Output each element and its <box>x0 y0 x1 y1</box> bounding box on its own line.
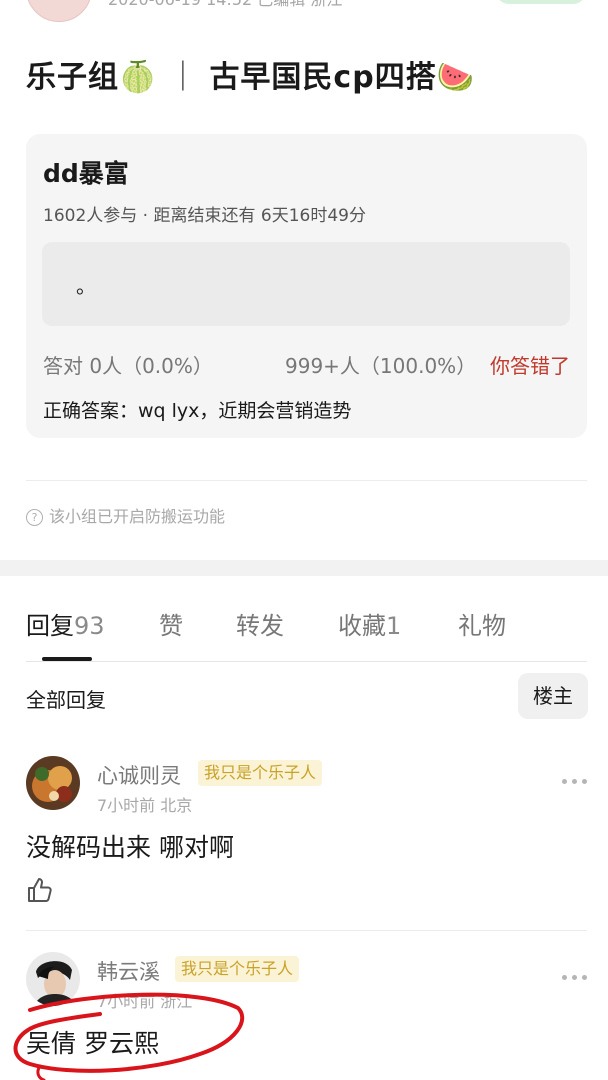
quiz-answer-option-text: 。 <box>76 274 96 298</box>
tab-reposts-label: 转发 <box>236 612 284 640</box>
post-title-part1: 乐子组 <box>26 60 119 95</box>
quiz-title: dd暴富 <box>43 159 129 188</box>
divider <box>26 480 587 481</box>
owner-only-button[interactable]: 楼主 <box>518 673 588 719</box>
question-circle-icon: ? <box>26 509 43 526</box>
post-title-separator: ｜ <box>157 60 210 95</box>
tab-gifts-label: 礼物 <box>458 612 506 640</box>
section-separator <box>0 560 608 576</box>
tab-reposts[interactable]: 转发 <box>236 606 284 641</box>
member-badge: 我只是个乐子人 <box>175 956 300 982</box>
tabs-divider <box>26 661 587 662</box>
more-options-icon[interactable] <box>560 972 590 982</box>
post-detail-page: 2020-06-19 14:52 已编辑 浙江 乐子组🍈 ｜ 古早国民cp四搭🍉… <box>0 0 608 1080</box>
quiz-answer-option[interactable]: 。 <box>42 242 570 326</box>
comment-time-location: 7小时前 浙江 <box>97 992 193 1011</box>
tab-likes-label: 赞 <box>159 612 183 640</box>
post-title-part2: 古早国民cp四搭 <box>209 60 437 95</box>
comment-time-location: 7小时前 北京 <box>97 796 193 815</box>
commenter-name[interactable]: 韩云溪 <box>97 956 160 986</box>
post-meta-text: 2020-06-19 14:52 已编辑 浙江 <box>108 0 342 10</box>
commenter-avatar[interactable] <box>26 756 80 810</box>
tab-likes[interactable]: 赞 <box>159 606 183 641</box>
tab-favorites-count: 1 <box>386 612 402 640</box>
follow-button[interactable] <box>496 0 586 4</box>
more-options-icon[interactable] <box>560 776 590 786</box>
food-avatar-image <box>26 756 80 810</box>
quiz-correct-count: 答对 0人（0.0%） <box>43 354 213 378</box>
melon-emoji-icon: 🍈 <box>119 60 158 95</box>
thumbs-up-icon[interactable] <box>26 876 54 904</box>
comment-body: 吴倩 罗云熙 <box>26 1029 159 1058</box>
quiz-wrong-count: 999+人（100.0%） <box>285 354 477 378</box>
quiz-result-status: 你答错了 <box>490 354 570 378</box>
tab-gifts[interactable]: 礼物 <box>458 606 506 641</box>
reply-tabs: 回复93 赞 转发 收藏1 礼物 <box>26 606 587 662</box>
tab-replies-count: 93 <box>74 612 105 640</box>
comment-divider <box>26 930 587 931</box>
member-badge: 我只是个乐子人 <box>198 760 323 786</box>
tab-favorites[interactable]: 收藏1 <box>338 606 401 641</box>
anti-repost-notice: ? 该小组已开启防搬运功能 <box>26 503 225 527</box>
comment-body: 没解码出来 哪对啊 <box>26 833 234 862</box>
author-avatar[interactable] <box>26 0 92 22</box>
all-replies-label: 全部回复 <box>26 688 106 712</box>
tab-favorites-label: 收藏 <box>338 612 386 640</box>
quiz-card: dd暴富 1602人参与 · 距离结束还有 6天16时49分 。 答对 0人（0… <box>26 134 587 438</box>
commenter-name[interactable]: 心诚则灵 <box>97 760 181 790</box>
watermelon-emoji-icon: 🍉 <box>436 60 476 95</box>
portrait-avatar-image <box>26 952 80 1006</box>
notice-text: 该小组已开启防搬运功能 <box>49 507 226 526</box>
tab-replies-label: 回复 <box>26 612 74 640</box>
quiz-correct-answer: 正确答案：wq lyx，近期会营销造势 <box>43 400 352 422</box>
quiz-stats: 1602人参与 · 距离结束还有 6天16时49分 <box>43 206 366 226</box>
commenter-avatar[interactable] <box>26 952 80 1006</box>
post-meta-row: 2020-06-19 14:52 已编辑 浙江 <box>26 0 586 22</box>
post-title: 乐子组🍈 ｜ 古早国民cp四搭🍉 <box>26 52 475 96</box>
tab-replies[interactable]: 回复93 <box>26 606 105 641</box>
